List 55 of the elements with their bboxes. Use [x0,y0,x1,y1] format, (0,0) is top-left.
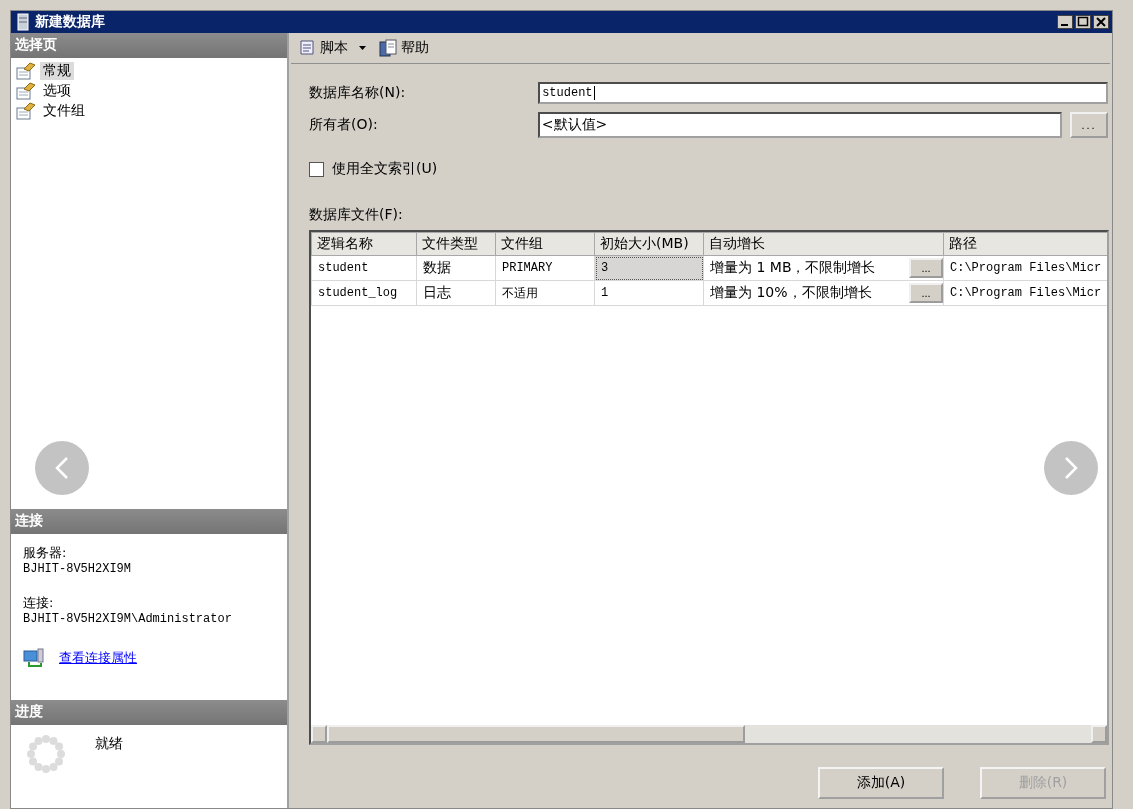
sidebar-item[interactable]: 选项 [16,81,74,101]
checkbox-label: 使用全文索引(U) [332,160,438,178]
field-label: 数据库名称(N): [309,84,407,102]
connection-properties-link[interactable]: 查看连接属性 [59,649,137,667]
browse-button[interactable]: ... [909,283,943,303]
dialog-button[interactable]: 添加(A) [818,767,944,799]
section-header: 进度 [11,700,287,725]
status-text: 就绪 [95,735,123,753]
column-header[interactable]: 自动增长 [703,232,944,256]
server-label: 服务器: [23,544,68,562]
browse-button[interactable]: ... [909,258,943,278]
table-cell: student_log [311,280,417,306]
table-cell: 不适用 [495,280,595,306]
section-header: 选择页 [11,33,287,58]
input-field[interactable]: student [538,82,1108,104]
database-icon [17,13,29,31]
table-cell: 1 [594,280,704,306]
column-header[interactable]: 文件组 [495,232,595,256]
toolbar-button[interactable]: 脚本 [295,36,368,60]
column-header[interactable]: 初始大小(MB) [594,232,704,256]
maximize-icon[interactable] [1075,15,1091,29]
column-header[interactable]: 文件类型 [416,232,496,256]
page-icon [16,82,36,100]
input-field[interactable]: <默认值> [537,112,1063,138]
spinner-icon [27,735,65,773]
window-title: 新建数据库 [35,13,106,31]
server-name: BJHIT-8V5H2XI9M [23,562,133,576]
table-cell: PRIMARY [495,255,595,281]
table-cell: 数据 [416,255,496,281]
dropdown-icon [359,46,366,50]
column-header[interactable]: 逻辑名称 [311,232,417,256]
scrollbar[interactable] [311,725,1107,743]
column-header[interactable]: 路径 [943,232,1107,256]
table-cell: 增量为 1 MB，不限制增长 [710,259,876,277]
minimize-icon[interactable] [1057,15,1073,29]
field-label: 所有者(O): [309,116,379,134]
table-cell: 3 [594,255,704,281]
checkbox[interactable] [309,161,324,177]
connection-name: BJHIT-8V5H2XI9M\Administrator [23,612,233,626]
network-icon [23,648,45,668]
chevron-left-icon [55,456,69,480]
sidebar-item[interactable]: 文件组 [16,101,88,121]
table-cell: 日志 [416,280,496,306]
chevron-right-icon [1064,456,1078,480]
table-cell: 增量为 10%，不限制增长 [710,284,872,302]
section-header: 连接 [11,509,287,534]
browse-button[interactable]: ... [1070,112,1108,138]
close-icon[interactable] [1093,15,1109,29]
connection-label: 连接: [23,594,55,612]
page-icon [16,62,36,80]
help-book-icon [378,38,398,58]
toolbar-button[interactable]: 帮助 [376,36,431,60]
page-icon [16,102,36,120]
section-label: 数据库文件(F): [309,206,404,224]
table-cell: student [311,255,417,281]
